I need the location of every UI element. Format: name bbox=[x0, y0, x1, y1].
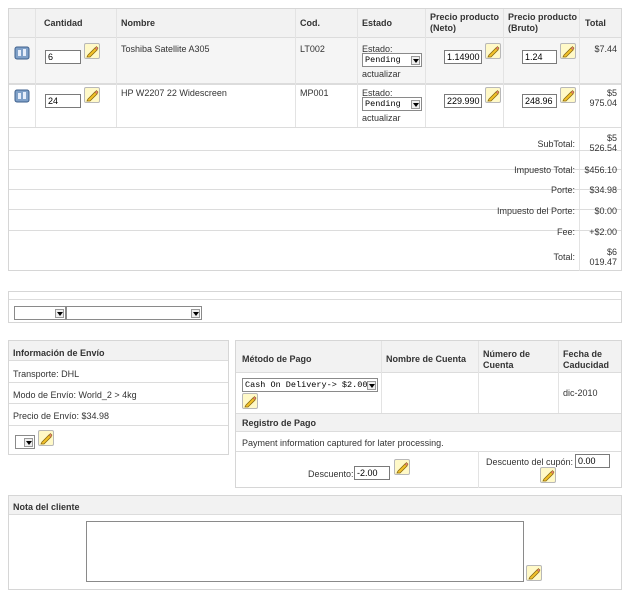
col-header-name: Nombre bbox=[121, 18, 156, 28]
discount-label: Descuento: bbox=[308, 469, 354, 479]
customer-note-panel: Nota del cliente bbox=[8, 495, 622, 590]
shipping-price: Precio de Envío: $34.98 bbox=[13, 411, 110, 421]
edit-quantity-icon[interactable] bbox=[84, 87, 100, 103]
item-total: $5 bbox=[606, 88, 617, 98]
edit-payment-icon[interactable] bbox=[242, 393, 258, 409]
product-select[interactable] bbox=[66, 306, 202, 320]
shipping-cost-value: $34.98 bbox=[589, 185, 617, 195]
price-net-input[interactable]: 1.14900 bbox=[444, 50, 482, 64]
item-total: $7.44 bbox=[594, 44, 617, 54]
update-link[interactable]: actualizar bbox=[362, 113, 401, 123]
grand-total-value: $6 bbox=[606, 247, 617, 257]
customer-note-title: Nota del cliente bbox=[13, 502, 80, 512]
state-select[interactable]: Pending bbox=[362, 53, 422, 67]
edit-coupon-icon[interactable] bbox=[540, 467, 556, 483]
payment-panel: Método de Pago Nombre de Cuenta Número d… bbox=[235, 340, 622, 488]
edit-price-gross-icon[interactable] bbox=[560, 87, 576, 103]
col-header-price-gross: Precio producto bbox=[508, 12, 578, 22]
price-net-input[interactable]: 229.990 bbox=[444, 94, 482, 108]
edit-discount-icon[interactable] bbox=[394, 459, 410, 475]
shipping-carrier: Transporte: DHL bbox=[13, 369, 80, 379]
edit-shipping-icon[interactable] bbox=[38, 430, 54, 446]
coupon-input[interactable]: 0.00 bbox=[575, 454, 610, 468]
col-header-total: Total bbox=[585, 18, 606, 28]
col-header-price-gross-sub: (Bruto) bbox=[508, 23, 538, 33]
coupon-label: Descuento del cupón: bbox=[486, 457, 574, 467]
shipping-title: Información de Envío bbox=[13, 348, 105, 358]
price-gross-input[interactable]: 248.96 bbox=[522, 94, 557, 108]
product-name: Toshiba Satellite A305 bbox=[121, 44, 210, 54]
product-name: HP W2207 22 Widescreen bbox=[121, 88, 227, 98]
payment-log-text: Payment information captured for later p… bbox=[242, 438, 444, 448]
product-code: MP001 bbox=[300, 88, 329, 98]
col-header-code: Cod. bbox=[300, 18, 320, 28]
item-total: 975.04 bbox=[589, 98, 617, 108]
tax-total-label: Impuesto Total: bbox=[514, 165, 575, 175]
product-code: LT002 bbox=[300, 44, 325, 54]
shipping-cost-label: Porte: bbox=[550, 185, 575, 195]
tax-total-value: $456.10 bbox=[584, 165, 617, 175]
shipping-tax-value: $0.00 bbox=[594, 206, 617, 216]
shipping-panel: Información de Envío Transporte: DHL Mod… bbox=[8, 340, 229, 455]
payment-method-header: Método de Pago bbox=[242, 354, 312, 364]
payment-log-title: Registro de Pago bbox=[242, 418, 317, 428]
col-header-quantity: Cantidad bbox=[44, 18, 83, 28]
col-header-state: Estado bbox=[362, 18, 393, 28]
payment-method-select[interactable]: Cash On Delivery-> $2.00 bbox=[242, 378, 378, 392]
grand-total-label: Total: bbox=[553, 252, 575, 262]
subtotal-value: $5 bbox=[606, 133, 617, 143]
update-link[interactable]: actualizar bbox=[362, 69, 401, 79]
price-gross-input[interactable]: 1.24 bbox=[522, 50, 557, 64]
expiry-header: Caducidad bbox=[563, 360, 610, 370]
product-info-icon[interactable] bbox=[14, 88, 30, 104]
expiry-value: dic-2010 bbox=[563, 388, 598, 398]
col-header-price-net: Precio producto bbox=[430, 12, 500, 22]
col-header-price-net-sub: (Neto) bbox=[430, 23, 456, 33]
edit-price-gross-icon[interactable] bbox=[560, 43, 576, 59]
grand-total-value: 019.47 bbox=[589, 257, 617, 267]
fee-label: Fee: bbox=[556, 227, 575, 237]
account-number-header: Número de bbox=[483, 349, 531, 359]
subtotal-label: SubTotal: bbox=[537, 139, 575, 149]
edit-note-icon[interactable] bbox=[526, 565, 542, 581]
subtotal-value: 526.54 bbox=[589, 143, 617, 153]
product-info-icon[interactable] bbox=[14, 45, 30, 61]
account-number-header: Cuenta bbox=[483, 360, 514, 370]
customer-note-textarea[interactable] bbox=[86, 521, 524, 582]
shipping-mode: Modo de Envío: World_2 > 4kg bbox=[13, 390, 137, 400]
fee-value: +$2.00 bbox=[589, 227, 617, 237]
edit-price-net-icon[interactable] bbox=[485, 43, 501, 59]
add-product-panel bbox=[8, 291, 622, 323]
edit-price-net-icon[interactable] bbox=[485, 87, 501, 103]
shipping-tax-label: Impuesto del Porte: bbox=[496, 206, 575, 216]
account-name-header: Nombre de Cuenta bbox=[386, 354, 467, 364]
quantity-input[interactable]: 6 bbox=[45, 50, 81, 64]
order-items-panel: Cantidad Nombre Cod. Estado Precio produ… bbox=[8, 8, 622, 271]
quantity-input[interactable]: 24 bbox=[45, 94, 81, 108]
shipping-method-select[interactable] bbox=[15, 435, 35, 449]
product-category-select[interactable] bbox=[14, 306, 66, 320]
discount-input[interactable]: -2.00 bbox=[354, 466, 390, 480]
state-select[interactable]: Pending bbox=[362, 97, 422, 111]
expiry-header: Fecha de bbox=[563, 349, 603, 359]
edit-quantity-icon[interactable] bbox=[84, 43, 100, 59]
